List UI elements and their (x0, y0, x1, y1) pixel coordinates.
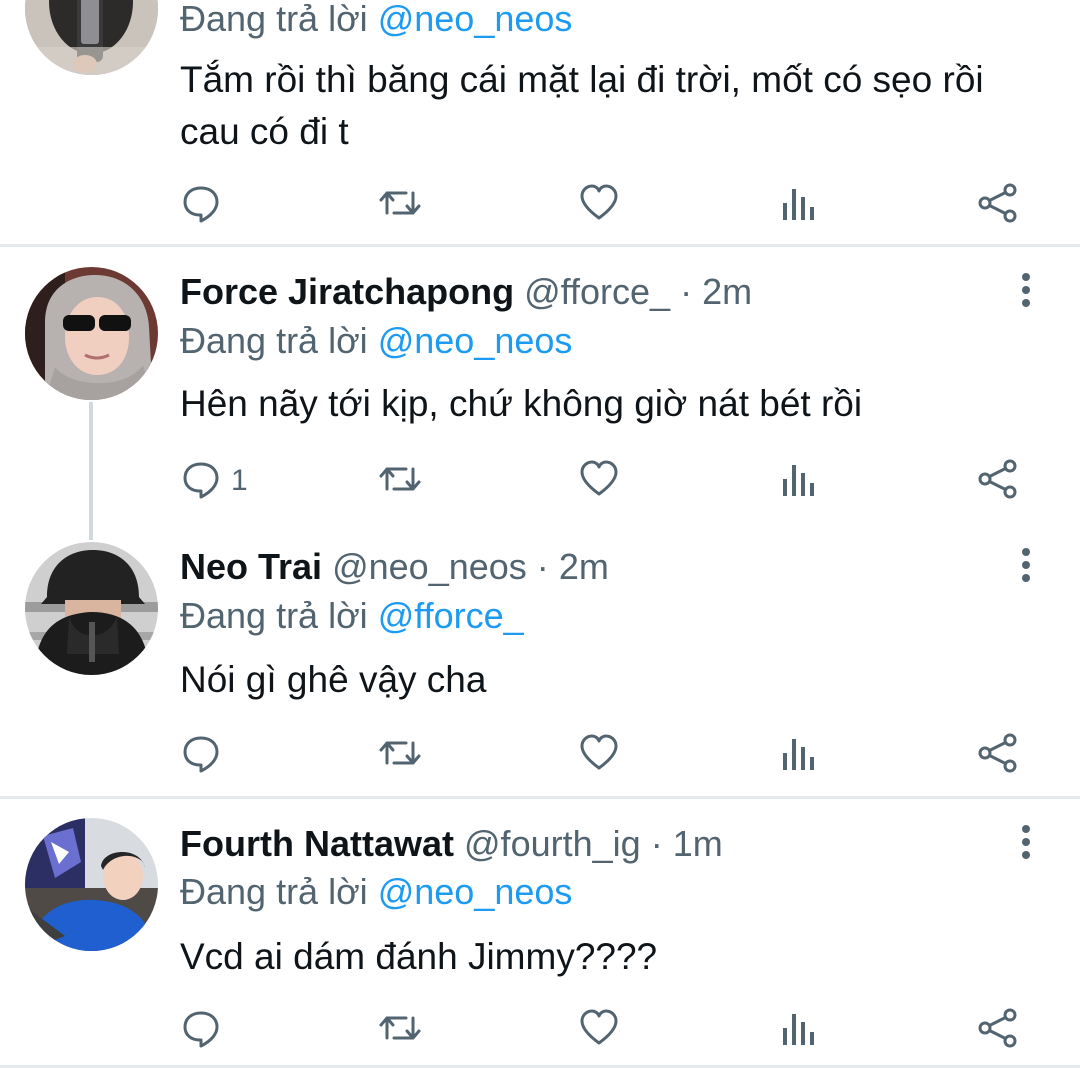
retweet-button[interactable] (378, 180, 422, 230)
share-icon (977, 183, 1019, 228)
reply-button[interactable] (181, 730, 221, 780)
tweet-header: Force Jiratchapong @fforce_ · 2m (180, 266, 752, 318)
mention-link[interactable]: @fforce_ (378, 595, 524, 636)
views-icon (780, 183, 816, 228)
display-name[interactable]: Fourth Nattawat (180, 823, 454, 864)
share-button[interactable] (977, 730, 1019, 780)
reply-timeline: Đang trả lời @neo_neos Tắm rồi thì băng … (0, 0, 1080, 1068)
reply-button[interactable] (181, 1005, 221, 1055)
mention-link[interactable]: @neo_neos (378, 0, 573, 39)
action-bar (0, 730, 1080, 780)
like-icon (579, 733, 619, 778)
replying-to: Đang trả lời @fforce_ (180, 591, 524, 641)
like-icon (579, 183, 619, 228)
avatar[interactable] (25, 0, 158, 75)
retweet-icon (378, 459, 422, 504)
timestamp[interactable]: 2m (559, 546, 609, 587)
reply-icon (181, 1008, 221, 1053)
retweet-button[interactable] (378, 730, 422, 780)
retweet-button[interactable] (378, 1005, 422, 1055)
replying-to: Đang trả lời @neo_neos (180, 0, 572, 44)
share-button[interactable] (977, 456, 1019, 506)
tweet[interactable]: Fourth Nattawat @fourth_ig · 1m Đang trả… (0, 799, 1080, 1068)
share-button[interactable] (977, 1005, 1019, 1055)
replying-to-label: Đang trả lời (180, 0, 368, 39)
more-options-button[interactable] (1000, 541, 1052, 593)
action-bar (0, 1005, 1080, 1055)
views-icon (780, 459, 816, 504)
views-icon (780, 733, 816, 778)
share-icon (977, 1008, 1019, 1053)
username[interactable]: @fforce_ (524, 271, 670, 312)
replying-to: Đang trả lời @neo_neos (180, 316, 572, 366)
avatar-image (25, 267, 158, 400)
reply-icon (181, 459, 221, 504)
like-button[interactable] (579, 456, 619, 506)
reply-icon (181, 733, 221, 778)
avatar-image (25, 542, 158, 675)
views-button[interactable] (780, 180, 816, 230)
views-button[interactable] (780, 456, 816, 506)
tweet-text: Hên nãy tới kịp, chứ không giờ nát bét r… (180, 383, 863, 424)
more-vertical-icon (1020, 272, 1032, 313)
avatar[interactable] (25, 818, 158, 951)
replying-to: Đang trả lời @neo_neos (180, 867, 572, 917)
views-icon (780, 1008, 816, 1053)
like-button[interactable] (579, 180, 619, 230)
avatar[interactable] (25, 267, 158, 400)
retweet-icon (378, 1008, 422, 1053)
username[interactable]: @neo_neos (332, 546, 527, 587)
username[interactable]: @fourth_ig (464, 823, 641, 864)
tweet-text: Tắm rồi thì băng cái mặt lại đi trời, mố… (180, 59, 984, 152)
separator-dot: · (650, 823, 663, 864)
separator-dot: · (536, 546, 549, 587)
like-icon (579, 1008, 619, 1053)
like-icon (579, 459, 619, 504)
share-icon (977, 733, 1019, 778)
tweet-text: Vcd ai dám đánh Jimmy???? (180, 936, 658, 977)
tweet-header: Neo Trai @neo_neos · 2m (180, 541, 609, 593)
more-vertical-icon (1020, 824, 1032, 865)
action-bar: 1 (0, 456, 1080, 506)
tweet-header: Fourth Nattawat @fourth_ig · 1m (180, 818, 723, 870)
display-name[interactable]: Neo Trai (180, 546, 322, 587)
views-button[interactable] (780, 1005, 816, 1055)
tweet-text: Nói gì ghê vậy cha (180, 659, 487, 700)
reply-button[interactable] (181, 180, 221, 230)
replying-to-label: Đang trả lời (180, 320, 368, 361)
separator-dot: · (680, 271, 693, 312)
share-button[interactable] (977, 180, 1019, 230)
share-icon (977, 459, 1019, 504)
avatar-image (25, 0, 158, 75)
timestamp[interactable]: 1m (673, 823, 723, 864)
replying-to-label: Đang trả lời (180, 871, 368, 912)
avatar[interactable] (25, 542, 158, 675)
more-options-button[interactable] (1000, 818, 1052, 870)
mention-link[interactable]: @neo_neos (378, 871, 573, 912)
more-options-button[interactable] (1000, 266, 1052, 318)
tweet[interactable]: Đang trả lời @neo_neos Tắm rồi thì băng … (0, 0, 1080, 245)
avatar-image (25, 818, 158, 951)
display-name[interactable]: Force Jiratchapong (180, 271, 514, 312)
tweet[interactable]: Force Jiratchapong @fforce_ · 2m Đang tr… (0, 247, 1080, 520)
like-button[interactable] (579, 1005, 619, 1055)
reply-count: 1 (231, 464, 248, 497)
replying-to-label: Đang trả lời (180, 595, 368, 636)
more-vertical-icon (1020, 547, 1032, 588)
action-bar (0, 180, 1080, 230)
views-button[interactable] (780, 730, 816, 780)
retweet-icon (378, 183, 422, 228)
mention-link[interactable]: @neo_neos (378, 320, 573, 361)
timestamp[interactable]: 2m (702, 271, 752, 312)
retweet-button[interactable] (378, 456, 422, 506)
tweet[interactable]: Neo Trai @neo_neos · 2m Đang trả lời @ff… (0, 522, 1080, 796)
reply-icon (181, 183, 221, 228)
like-button[interactable] (579, 730, 619, 780)
reply-button[interactable]: 1 (181, 456, 248, 506)
retweet-icon (378, 733, 422, 778)
